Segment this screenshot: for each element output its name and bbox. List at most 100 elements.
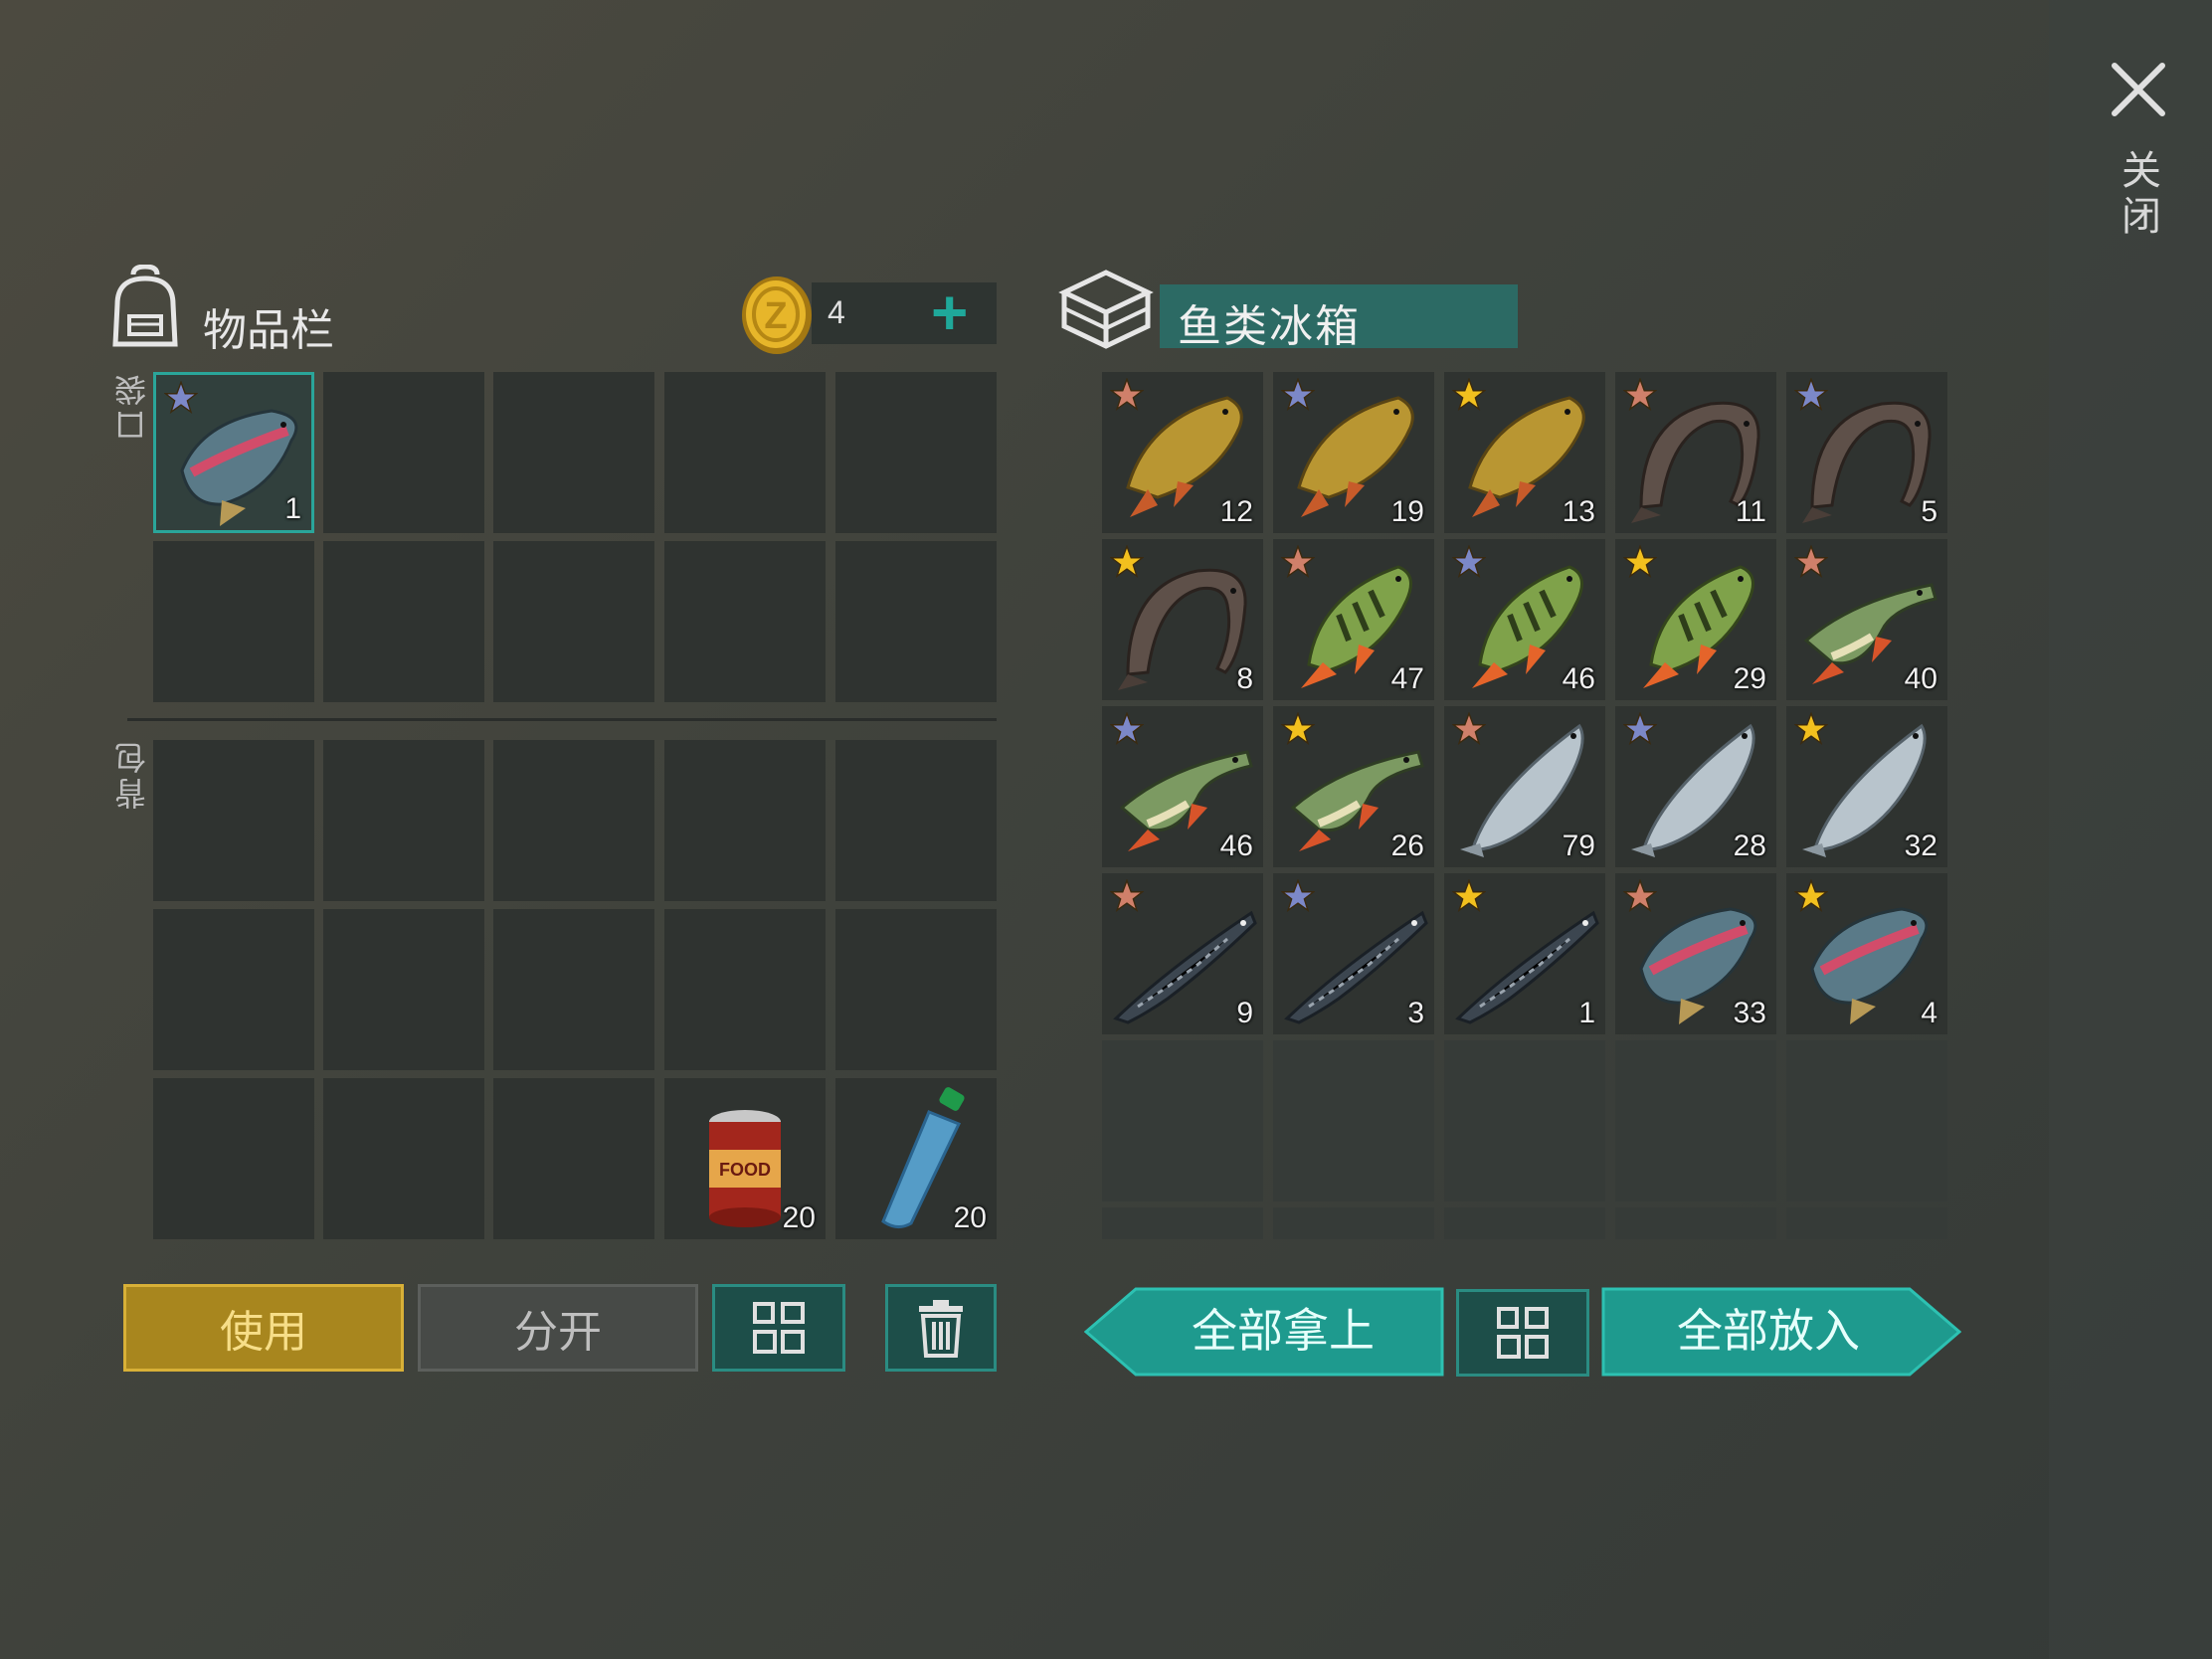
item-quantity: 46 (1219, 830, 1253, 862)
empty-slot[interactable] (323, 372, 484, 533)
coin-count: 4 (828, 294, 845, 330)
empty-slot[interactable] (493, 541, 654, 702)
trash-icon (919, 1300, 963, 1358)
empty-slot[interactable] (323, 740, 484, 901)
empty-slot[interactable] (153, 740, 314, 901)
empty-slot[interactable] (1615, 1040, 1776, 1201)
cooler-title: 鱼类冰箱 (1178, 302, 1361, 351)
take-all-button[interactable]: 全部拿上 (1084, 1287, 1444, 1377)
empty-slot[interactable] (835, 909, 997, 1070)
sort-grid-icon (1497, 1307, 1549, 1359)
item-slot[interactable]: 46 (1444, 539, 1605, 700)
item-quantity: 20 (782, 1201, 816, 1234)
empty-slot[interactable] (664, 372, 826, 533)
add-coins-button[interactable]: + (931, 280, 968, 344)
empty-slot[interactable] (1102, 1040, 1263, 1201)
empty-slot[interactable] (153, 909, 314, 1070)
empty-slot[interactable] (493, 909, 654, 1070)
quality-star-icon (1794, 545, 1828, 578)
item-slot[interactable]: 79 (1444, 706, 1605, 867)
empty-slot[interactable] (1444, 1040, 1605, 1201)
item-slot[interactable]: 40 (1786, 539, 1947, 700)
empty-slot[interactable] (153, 1078, 314, 1239)
item-slot[interactable]: 13 (1444, 372, 1605, 533)
svg-text:FOOD: FOOD (719, 1160, 771, 1180)
quality-star-icon (1623, 545, 1657, 578)
item-quantity: 26 (1390, 830, 1424, 862)
item-slot[interactable]: 12 (1102, 372, 1263, 533)
quality-star-icon (1452, 879, 1486, 912)
empty-slot[interactable] (835, 740, 997, 901)
item-slot[interactable]: 32 (1786, 706, 1947, 867)
empty-slot[interactable] (493, 740, 654, 901)
delete-button[interactable] (885, 1284, 997, 1372)
svg-text:Z: Z (764, 295, 787, 337)
item-slot[interactable]: 9 (1102, 873, 1263, 1034)
close-label[interactable]: 关闭 (2107, 149, 2166, 241)
item-slot[interactable]: 29 (1615, 539, 1776, 700)
empty-slot[interactable] (1786, 1207, 1947, 1239)
pocket-label: 口袋 (114, 370, 150, 442)
item-slot[interactable]: 20 (835, 1078, 997, 1239)
quality-star-icon (1281, 879, 1315, 912)
quality-star-icon (1794, 712, 1828, 745)
sort-grid-icon (753, 1302, 805, 1354)
quality-star-icon (1110, 378, 1144, 411)
empty-slot[interactable] (1444, 1207, 1605, 1239)
quality-star-icon (1281, 378, 1315, 411)
item-slot[interactable]: 11 (1615, 372, 1776, 533)
empty-slot[interactable] (835, 372, 997, 533)
use-button[interactable]: 使用 (123, 1284, 404, 1372)
item-slot[interactable]: 26 (1273, 706, 1434, 867)
item-slot[interactable]: 46 (1102, 706, 1263, 867)
item-slot[interactable]: FOOD 20 (664, 1078, 826, 1239)
item-slot[interactable]: 8 (1102, 539, 1263, 700)
item-slot[interactable]: 1 (153, 372, 314, 533)
quality-star-icon (1452, 545, 1486, 578)
empty-slot[interactable] (1273, 1207, 1434, 1239)
sort-inventory-button[interactable] (712, 1284, 845, 1372)
empty-slot[interactable] (1102, 1207, 1263, 1239)
close-icon[interactable] (2107, 58, 2170, 121)
item-quantity: 28 (1733, 830, 1766, 862)
item-quantity: 3 (1407, 997, 1424, 1029)
quality-star-icon (1110, 712, 1144, 745)
item-slot[interactable]: 5 (1786, 372, 1947, 533)
empty-slot[interactable] (664, 740, 826, 901)
item-slot[interactable]: 19 (1273, 372, 1434, 533)
empty-slot[interactable] (323, 909, 484, 1070)
quality-star-icon (1452, 378, 1486, 411)
empty-slot[interactable] (493, 372, 654, 533)
empty-slot[interactable] (1615, 1207, 1776, 1239)
item-slot[interactable]: 47 (1273, 539, 1434, 700)
sort-cooler-button[interactable] (1456, 1289, 1589, 1377)
item-slot[interactable]: 28 (1615, 706, 1776, 867)
empty-slot[interactable] (323, 541, 484, 702)
quality-star-icon (1110, 879, 1144, 912)
item-quantity: 1 (284, 492, 301, 525)
empty-slot[interactable] (493, 1078, 654, 1239)
item-quantity: 1 (1578, 997, 1595, 1029)
empty-slot[interactable] (664, 909, 826, 1070)
item-slot[interactable]: 3 (1273, 873, 1434, 1034)
quality-star-icon (1794, 378, 1828, 411)
quality-star-icon (1794, 879, 1828, 912)
item-slot[interactable]: 1 (1444, 873, 1605, 1034)
item-slot[interactable]: 4 (1786, 873, 1947, 1034)
backpack-label: 背包 (114, 738, 150, 810)
empty-slot[interactable] (153, 541, 314, 702)
item-quantity: 33 (1733, 997, 1766, 1029)
put-all-button[interactable]: 全部放入 (1601, 1287, 1961, 1377)
empty-slot[interactable] (323, 1078, 484, 1239)
empty-slot[interactable] (1786, 1040, 1947, 1201)
split-button[interactable]: 分开 (418, 1284, 698, 1372)
empty-slot[interactable] (664, 541, 826, 702)
item-quantity: 20 (953, 1201, 987, 1234)
empty-slot[interactable] (1273, 1040, 1434, 1201)
coin-icon: Z (742, 276, 812, 354)
item-quantity: 40 (1904, 662, 1937, 695)
inventory-title: 物品栏 (203, 306, 334, 355)
empty-slot[interactable] (835, 541, 997, 702)
item-slot[interactable]: 33 (1615, 873, 1776, 1034)
cooler-icon (1058, 270, 1154, 349)
